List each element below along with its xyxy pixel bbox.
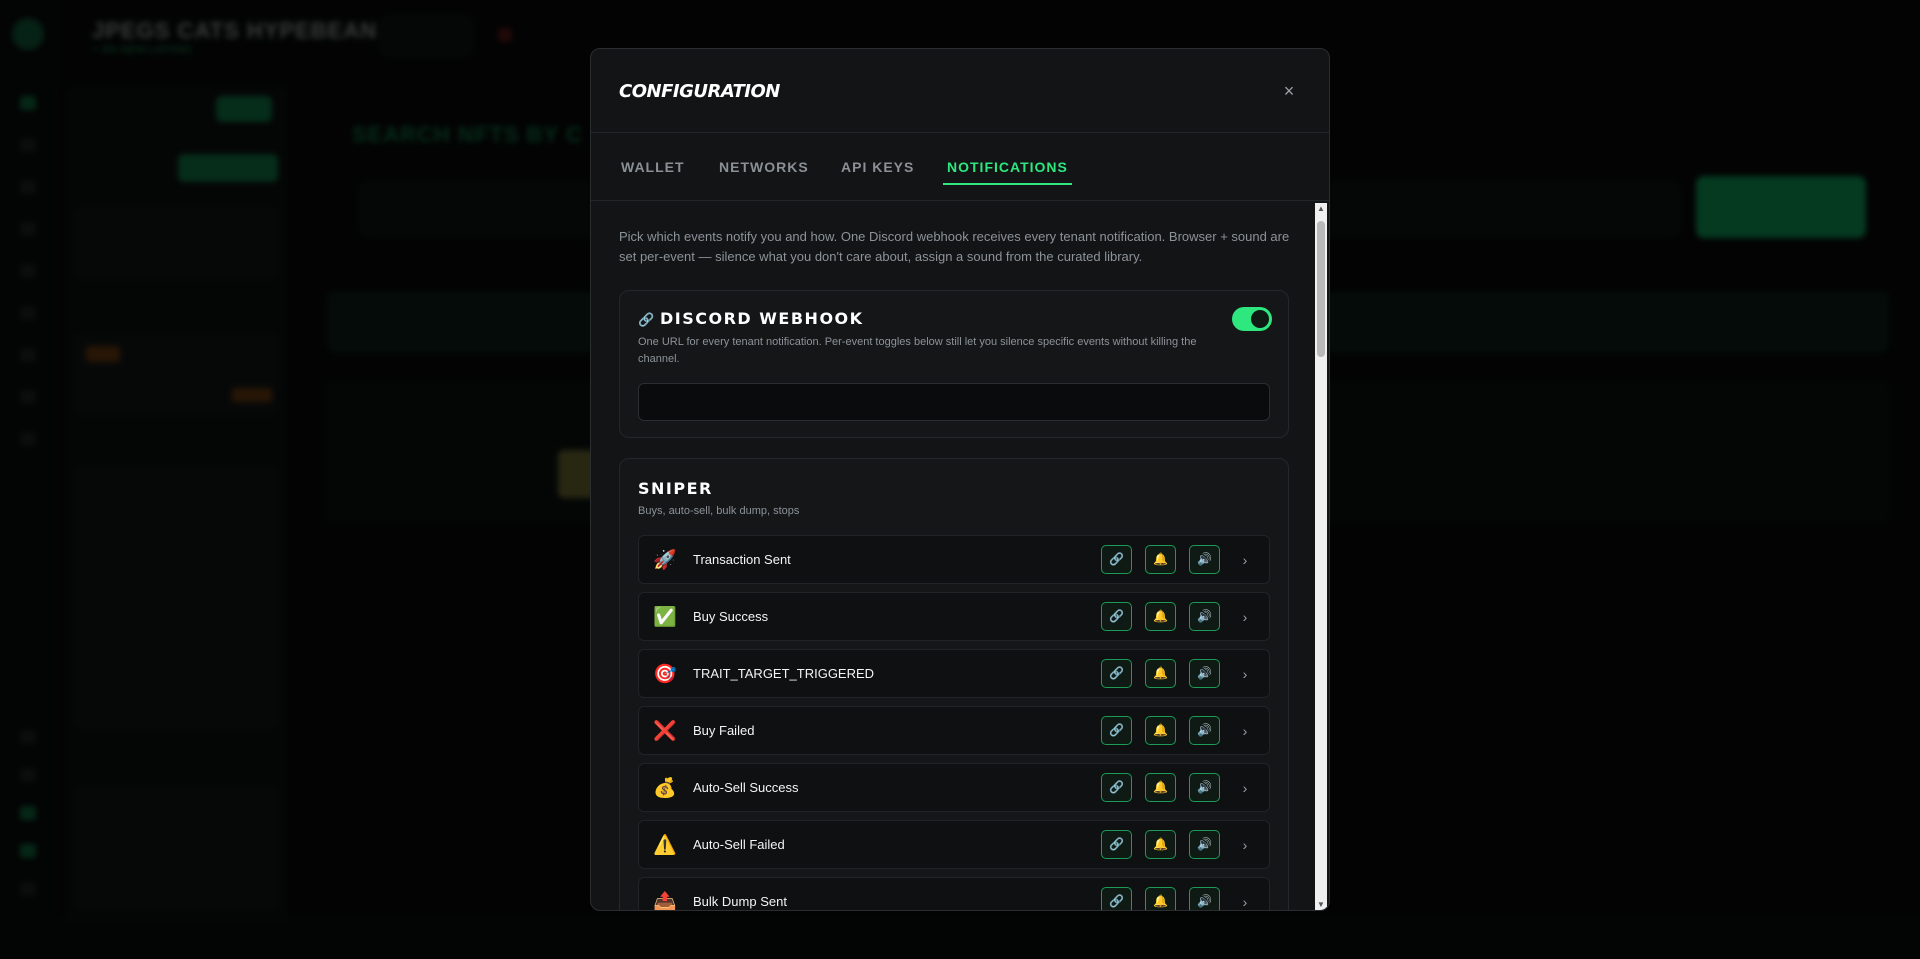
sniper-title: SNIPER xyxy=(638,479,713,498)
chevron-right-icon[interactable]: › xyxy=(1237,893,1253,910)
modal-header: CONFIGURATION × xyxy=(591,49,1329,133)
link-icon: 🔗 xyxy=(638,312,655,327)
sound-volume-icon[interactable]: 🔊 xyxy=(1189,545,1220,574)
event-label: Auto-Sell Failed xyxy=(693,837,785,852)
event-row[interactable]: ❌ Buy Failed 🔗 🔔 🔊 › xyxy=(638,706,1270,755)
webhook-toggle[interactable] xyxy=(1232,307,1272,331)
event-row[interactable]: ✅ Buy Success 🔗 🔔 🔊 › xyxy=(638,592,1270,641)
tab-networks[interactable]: NETWORKS xyxy=(719,133,809,201)
sound-volume-icon[interactable]: 🔊 xyxy=(1189,830,1220,859)
event-label: Auto-Sell Success xyxy=(693,780,799,795)
chevron-right-icon[interactable]: › xyxy=(1237,836,1253,854)
event-emoji-icon: ⚠️ xyxy=(653,834,677,856)
tab-bar: WALLET NETWORKS API KEYS NOTIFICATIONS xyxy=(591,133,1329,201)
configuration-modal: CONFIGURATION × WALLET NETWORKS API KEYS… xyxy=(590,48,1330,911)
scroll-up-icon[interactable]: ▲ xyxy=(1315,203,1327,215)
webhook-url-input[interactable] xyxy=(638,383,1270,421)
sound-volume-icon[interactable]: 🔊 xyxy=(1189,716,1220,745)
browser-bell-icon[interactable]: 🔔 xyxy=(1145,887,1176,910)
scrollbar[interactable]: ▲ ▼ xyxy=(1315,203,1327,910)
discord-link-icon[interactable]: 🔗 xyxy=(1101,716,1132,745)
event-emoji-icon: 🎯 xyxy=(653,663,677,685)
event-emoji-icon: 💰 xyxy=(653,777,677,799)
browser-bell-icon[interactable]: 🔔 xyxy=(1145,773,1176,802)
event-row[interactable]: 💰 Auto-Sell Success 🔗 🔔 🔊 › xyxy=(638,763,1270,812)
browser-bell-icon[interactable]: 🔔 xyxy=(1145,602,1176,631)
discord-link-icon[interactable]: 🔗 xyxy=(1101,602,1132,631)
event-label: TRAIT_TARGET_TRIGGERED xyxy=(693,666,875,681)
browser-bell-icon[interactable]: 🔔 xyxy=(1145,659,1176,688)
event-label: Buy Failed xyxy=(693,723,755,738)
tab-api-keys[interactable]: API KEYS xyxy=(841,133,914,201)
event-label: Bulk Dump Sent xyxy=(693,894,787,909)
browser-bell-icon[interactable]: 🔔 xyxy=(1145,830,1176,859)
scrollbar-thumb[interactable] xyxy=(1317,221,1325,357)
tab-wallet[interactable]: WALLET xyxy=(621,133,685,201)
webhook-title: DISCORD WEBHOOK xyxy=(660,309,864,328)
browser-bell-icon[interactable]: 🔔 xyxy=(1145,545,1176,574)
sound-volume-icon[interactable]: 🔊 xyxy=(1189,773,1220,802)
chevron-right-icon[interactable]: › xyxy=(1237,665,1253,683)
discord-link-icon[interactable]: 🔗 xyxy=(1101,830,1132,859)
sound-volume-icon[interactable]: 🔊 xyxy=(1189,887,1220,910)
discord-webhook-card: 🔗 DISCORD WEBHOOK One URL for every tena… xyxy=(619,290,1289,438)
event-emoji-icon: ✅ xyxy=(653,606,677,628)
event-emoji-icon: 📤 xyxy=(653,891,677,911)
event-label: Buy Success xyxy=(693,609,769,624)
modal-title: CONFIGURATION xyxy=(619,81,780,102)
browser-bell-icon[interactable]: 🔔 xyxy=(1145,716,1176,745)
sniper-card: SNIPER Buys, auto-sell, bulk dump, stops… xyxy=(619,458,1289,911)
event-label: Transaction Sent xyxy=(693,552,791,567)
notifications-intro: Pick which events notify you and how. On… xyxy=(619,229,1290,264)
chevron-right-icon[interactable]: › xyxy=(1237,608,1253,626)
discord-link-icon[interactable]: 🔗 xyxy=(1101,887,1132,910)
event-row[interactable]: ⚠️ Auto-Sell Failed 🔗 🔔 🔊 › xyxy=(638,820,1270,869)
sound-volume-icon[interactable]: 🔊 xyxy=(1189,659,1220,688)
sound-volume-icon[interactable]: 🔊 xyxy=(1189,602,1220,631)
event-row[interactable]: 🎯 TRAIT_TARGET_TRIGGERED 🔗 🔔 🔊 › xyxy=(638,649,1270,698)
tab-notifications[interactable]: NOTIFICATIONS xyxy=(943,133,1072,201)
chevron-right-icon[interactable]: › xyxy=(1237,722,1253,740)
sniper-subtitle: Buys, auto-sell, bulk dump, stops xyxy=(638,505,800,517)
toggle-knob xyxy=(1251,310,1269,328)
event-row[interactable]: 🚀 Transaction Sent 🔗 🔔 🔊 › xyxy=(638,535,1270,584)
webhook-description: One URL for every tenant notification. P… xyxy=(638,336,1197,365)
event-emoji-icon: ❌ xyxy=(653,720,677,742)
chevron-right-icon[interactable]: › xyxy=(1237,551,1253,569)
discord-link-icon[interactable]: 🔗 xyxy=(1101,659,1132,688)
event-row[interactable]: 📤 Bulk Dump Sent 🔗 🔔 🔊 › xyxy=(638,877,1270,911)
discord-link-icon[interactable]: 🔗 xyxy=(1101,773,1132,802)
discord-link-icon[interactable]: 🔗 xyxy=(1101,545,1132,574)
close-icon[interactable]: × xyxy=(1279,81,1299,101)
event-emoji-icon: 🚀 xyxy=(653,549,677,571)
scroll-down-icon[interactable]: ▼ xyxy=(1315,899,1327,910)
chevron-right-icon[interactable]: › xyxy=(1237,779,1253,797)
